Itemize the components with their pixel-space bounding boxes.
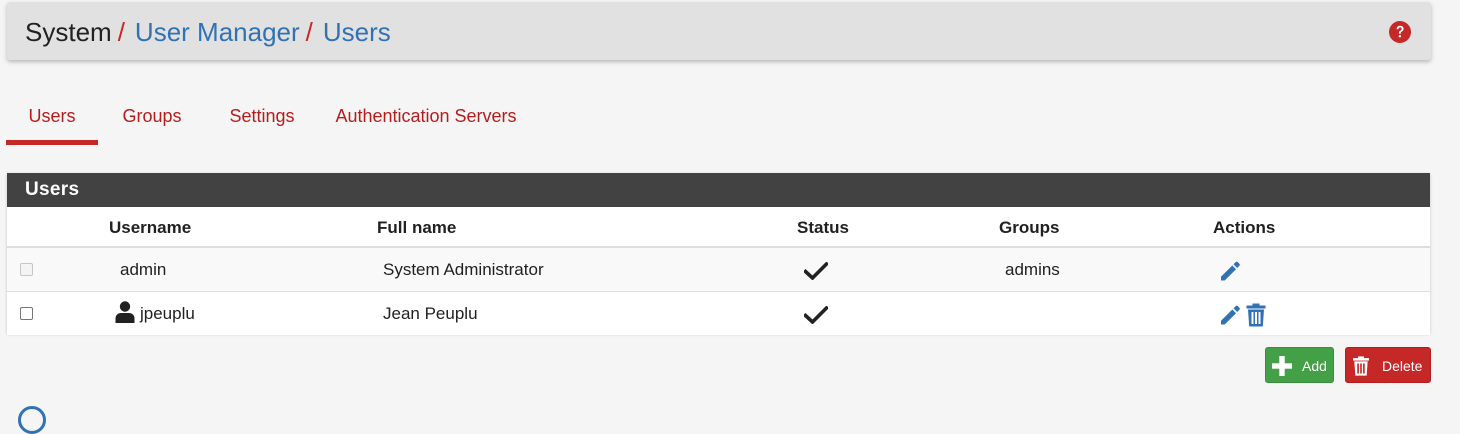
row-select-checkbox[interactable]	[20, 307, 33, 320]
user-icon	[115, 301, 135, 323]
pencil-icon[interactable]	[1218, 303, 1242, 327]
breadcrumb-user-manager-link[interactable]: User Manager	[135, 17, 300, 47]
check-icon	[804, 262, 828, 280]
info-circle-icon[interactable]	[18, 406, 46, 434]
cell-full-name: Jean Peuplu	[383, 304, 478, 323]
pencil-icon[interactable]	[1218, 259, 1242, 283]
breadcrumb-root: System	[25, 17, 112, 47]
trash-icon	[1353, 356, 1369, 376]
breadcrumb-separator: /	[117, 17, 125, 47]
column-header-status: Status	[797, 218, 849, 237]
breadcrumb-separator: /	[305, 17, 313, 47]
breadcrumb: System / User Manager / Users	[25, 17, 391, 47]
column-header-groups: Groups	[999, 218, 1060, 237]
panel-title: Users	[7, 173, 1430, 207]
table-row: admin System Administrator admins	[7, 248, 1430, 292]
table-row: jpeuplu Jean Peuplu	[7, 292, 1430, 335]
column-header-actions: Actions	[1213, 218, 1276, 237]
tab-users[interactable]: Users	[6, 94, 98, 145]
plus-icon	[1272, 356, 1292, 376]
tab-authentication-servers[interactable]: Authentication Servers	[332, 94, 520, 140]
row-select-checkbox	[20, 263, 33, 276]
cell-username: jpeuplu	[140, 304, 195, 323]
question-circle-icon[interactable]	[1389, 21, 1411, 43]
delete-button-label: Delete	[1382, 358, 1423, 374]
column-header-username: Username	[109, 218, 192, 237]
users-panel: Users Username Full name Status Groups A…	[7, 173, 1430, 335]
cell-full-name: System Administrator	[383, 260, 544, 279]
cell-groups: admins	[1005, 260, 1060, 279]
check-icon	[804, 306, 828, 324]
cell-username: admin	[120, 260, 167, 279]
add-button-label: Add	[1302, 358, 1327, 374]
tab-groups[interactable]: Groups	[112, 94, 192, 140]
breadcrumb-users-link[interactable]: Users	[323, 17, 391, 47]
tab-settings[interactable]: Settings	[218, 94, 306, 140]
add-button[interactable]: Add	[1265, 347, 1334, 383]
page-header: System / User Manager / Users	[7, 2, 1431, 60]
trash-icon[interactable]	[1246, 303, 1266, 327]
delete-button[interactable]: Delete	[1345, 347, 1431, 383]
column-header-full-name: Full name	[377, 218, 457, 237]
